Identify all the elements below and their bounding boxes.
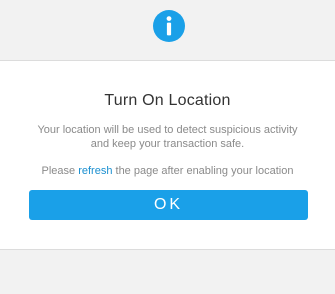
hint-prefix: Please (41, 165, 79, 177)
refresh-link[interactable]: refresh (78, 165, 112, 177)
ok-button[interactable]: OK (29, 190, 308, 220)
dialog-title: Turn On Location (104, 92, 231, 109)
info-icon (153, 10, 185, 42)
location-dialog: Turn On Location Your location will be u… (0, 60, 335, 250)
location-permission-page: Turn On Location Your location will be u… (0, 0, 335, 294)
hint-suffix: the page after enabling your location (112, 165, 294, 177)
dialog-description: Your location will be used to detect sus… (37, 124, 298, 150)
refresh-hint: Please refresh the page after enabling y… (0, 164, 335, 178)
